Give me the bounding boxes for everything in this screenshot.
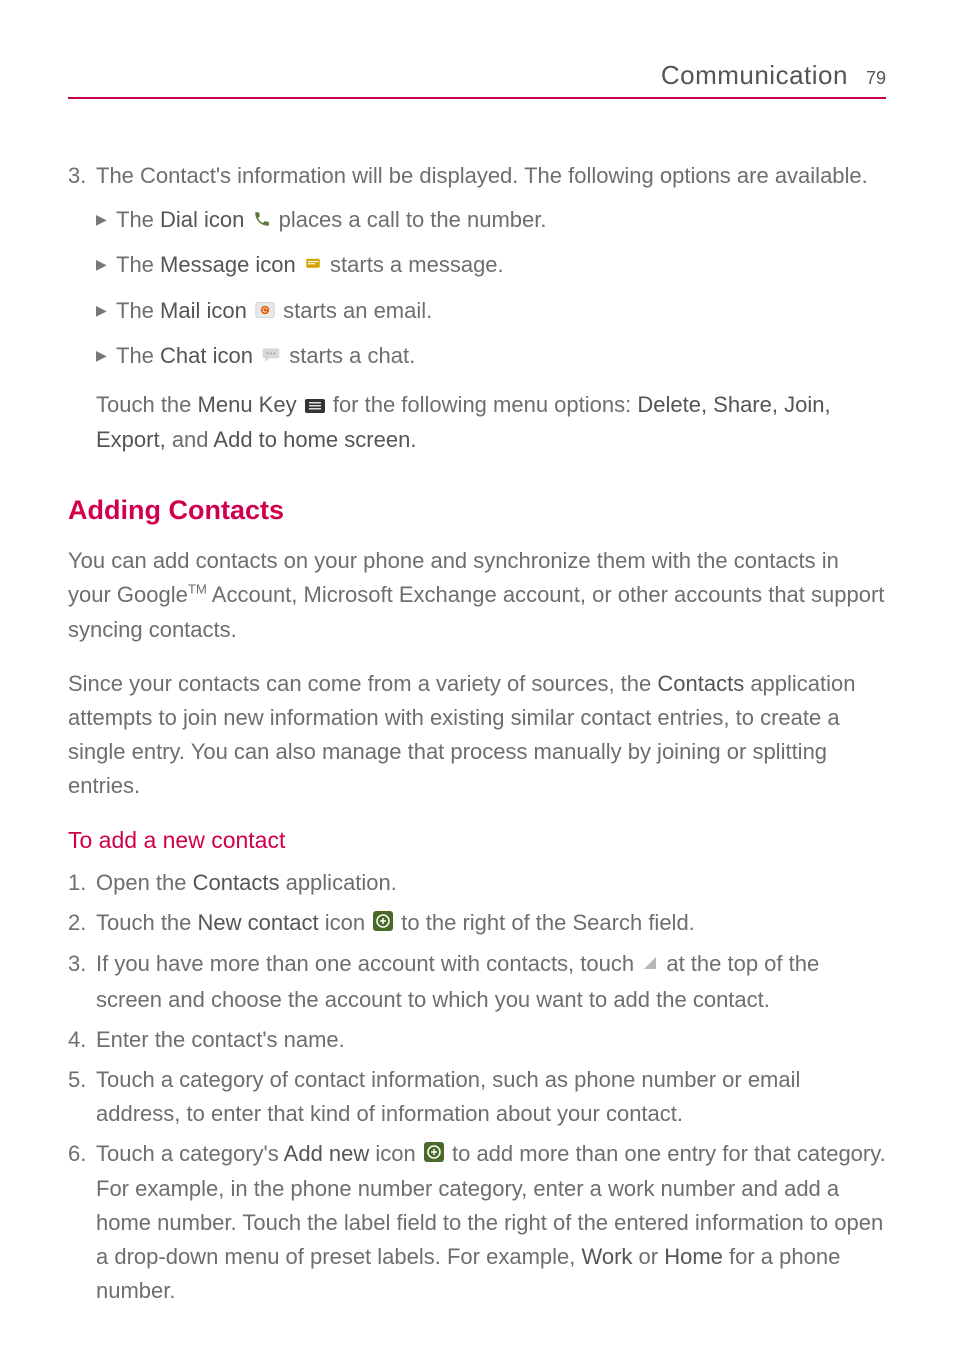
- step-1: 1. Open the Contacts application.: [68, 866, 886, 900]
- text: application.: [279, 870, 396, 895]
- list-number: 4.: [68, 1023, 96, 1057]
- sub-bullet-chat: ▶ The Chat icon starts a chat.: [96, 339, 886, 374]
- text: The: [116, 343, 160, 368]
- step-5: 5. Touch a category of contact informati…: [68, 1063, 886, 1131]
- list-number: 5.: [68, 1063, 96, 1131]
- step-6: 6. Touch a category's Add new icon to ad…: [68, 1137, 886, 1309]
- list-intro: The Contact's information will be displa…: [96, 159, 886, 193]
- bold-text: New contact: [198, 910, 319, 935]
- plus-circle-icon: [373, 907, 393, 941]
- text: for the following menu options:: [333, 392, 638, 417]
- bold-text: Message icon: [160, 252, 296, 277]
- paragraph-1: You can add contacts on your phone and s…: [68, 544, 886, 646]
- text: icon: [319, 910, 372, 935]
- sub-bullet-dial: ▶ The Dial icon places a call to the num…: [96, 203, 886, 238]
- menu-key-icon: [305, 389, 325, 423]
- text: Since your contacts can come from a vari…: [68, 671, 657, 696]
- list-number: 6.: [68, 1137, 96, 1309]
- bold-text: Chat icon: [160, 343, 253, 368]
- page-header: Communication 79: [68, 60, 886, 99]
- text: or: [632, 1244, 664, 1269]
- list-number: 3.: [68, 947, 96, 1016]
- text: starts a chat.: [289, 343, 415, 368]
- text: The: [116, 207, 160, 232]
- text: Open the: [96, 870, 193, 895]
- bullet-icon: ▶: [96, 203, 116, 231]
- text: Touch a category of contact information,…: [96, 1063, 886, 1131]
- heading-adding-contacts: Adding Contacts: [68, 495, 886, 526]
- text: places a call to the number.: [279, 207, 547, 232]
- paragraph-2: Since your contacts can come from a vari…: [68, 667, 886, 803]
- trademark: TM: [188, 582, 207, 597]
- text: to the right of the Search field.: [395, 910, 695, 935]
- text: The: [116, 298, 160, 323]
- text: The: [116, 252, 160, 277]
- bullet-icon: ▶: [96, 248, 116, 276]
- list-number: 2.: [68, 906, 96, 941]
- sub-bullet-mail: ▶ The Mail icon starts an email.: [96, 294, 886, 329]
- bold-text: Contacts: [657, 671, 744, 696]
- sub-bullet-message: ▶ The Message icon starts a message.: [96, 248, 886, 283]
- bold-text: Add new: [284, 1141, 370, 1166]
- bold-text: Home: [664, 1244, 723, 1269]
- heading-add-new-contact: To add a new contact: [68, 827, 886, 854]
- text: starts a message.: [330, 252, 504, 277]
- phone-icon: [253, 204, 271, 238]
- text: Enter the contact's name.: [96, 1023, 886, 1057]
- message-icon: [304, 249, 322, 283]
- page-number: 79: [866, 68, 886, 89]
- section-title: Communication: [661, 60, 848, 91]
- text: Touch a category's: [96, 1141, 284, 1166]
- list-item-3: 3. The Contact's information will be dis…: [68, 159, 886, 465]
- step-4: 4. Enter the contact's name.: [68, 1023, 886, 1057]
- list-number: 3.: [68, 159, 96, 465]
- text: and: [166, 427, 214, 452]
- list-number: 1.: [68, 866, 96, 900]
- text: If you have more than one account with c…: [96, 951, 640, 976]
- step-3: 3. If you have more than one account wit…: [68, 947, 886, 1016]
- text: icon: [369, 1141, 422, 1166]
- bold-text: Work: [581, 1244, 632, 1269]
- chat-icon: [261, 340, 281, 374]
- bold-text: Mail icon: [160, 298, 247, 323]
- bold-text: Dial icon: [160, 207, 244, 232]
- mail-icon: [255, 295, 275, 329]
- text: Touch the: [96, 910, 198, 935]
- step-2: 2. Touch the New contact icon to the rig…: [68, 906, 886, 941]
- dropdown-triangle-icon: [642, 948, 658, 982]
- text: Touch the: [96, 392, 198, 417]
- text: starts an email.: [283, 298, 432, 323]
- bullet-icon: ▶: [96, 294, 116, 322]
- bold-text: Menu Key: [198, 392, 297, 417]
- bullet-icon: ▶: [96, 339, 116, 367]
- plus-circle-icon: [424, 1138, 444, 1172]
- touch-instructions: Touch the Menu Key for the following men…: [96, 388, 886, 457]
- bold-text: Contacts: [193, 870, 280, 895]
- bold-text: Add to home screen.: [213, 427, 416, 452]
